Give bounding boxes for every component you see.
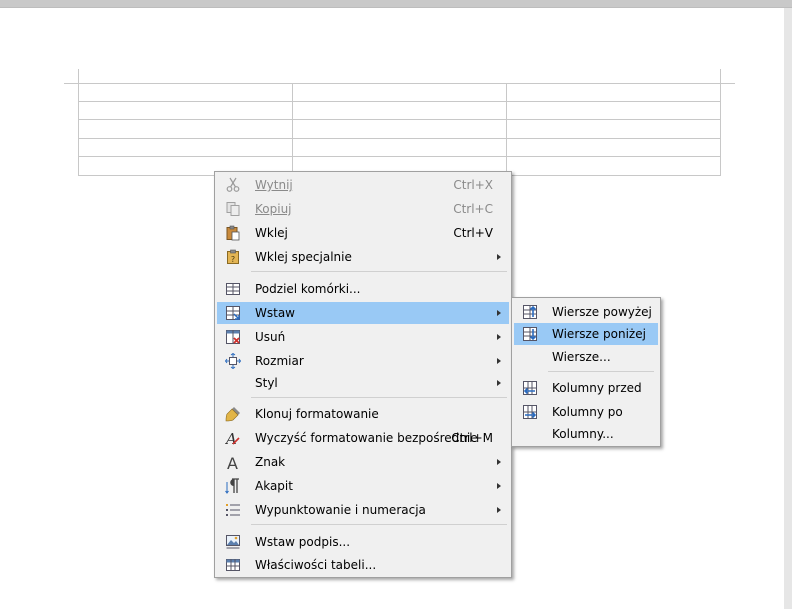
svg-text:?: ? (231, 255, 235, 264)
menu-item-label: Styl (255, 376, 278, 390)
submenu-arrow-icon (497, 483, 501, 489)
menu-separator (251, 397, 507, 398)
table-border-top (64, 83, 735, 84)
submenu-item-label: Wiersze poniżej (552, 327, 646, 341)
insert-caption-icon (225, 534, 241, 550)
submenu-item-label: Wiersze powyżej (552, 305, 652, 319)
menu-separator (251, 271, 507, 272)
table-column-line (506, 83, 507, 176)
submenu-item-label: Kolumny... (552, 427, 614, 441)
menu-item-paste-special[interactable]: ? Wklej specjalnie (217, 246, 509, 268)
menu-item-label: Wklej specjalnie (255, 250, 352, 264)
menu-item-label: Wstaw podpis... (255, 535, 351, 549)
paragraph-icon (225, 478, 241, 494)
scissors-icon (225, 177, 241, 193)
table-border-right (720, 69, 721, 176)
submenu-arrow-icon (497, 310, 501, 316)
clear-formatting-icon: A (225, 430, 241, 446)
delete-table-icon (225, 329, 241, 345)
submenu-item-columns-after[interactable]: Kolumny po (514, 401, 658, 423)
paste-special-icon: ? (225, 249, 241, 265)
menu-item-bullets-numbering[interactable]: Wypunktowanie i numeracja (217, 499, 509, 521)
menu-item-label: Klonuj formatowanie (255, 407, 379, 421)
menu-item-split-cells[interactable]: Podziel komórki... (217, 278, 509, 300)
submenu-item-label: Kolumny przed (552, 381, 642, 395)
copy-icon (225, 201, 241, 217)
menu-item-label: Kopiuj (255, 202, 292, 216)
menu-item-label: Właściwości tabeli... (255, 558, 377, 572)
table-properties-icon (225, 557, 241, 573)
insert-table-icon (225, 305, 241, 321)
menu-item-style[interactable]: Styl (217, 372, 509, 394)
menu-item-character[interactable]: A Znak (217, 451, 509, 473)
menu-item-paste[interactable]: Wklej Ctrl+V (217, 222, 509, 244)
clone-formatting-brush-icon (225, 406, 241, 422)
submenu-arrow-icon (497, 254, 501, 260)
submenu-item-label: Wiersze... (552, 350, 611, 364)
submenu-item-rows-below[interactable]: Wiersze poniżej (514, 323, 658, 345)
shortcut-label: Ctrl+X (453, 178, 493, 192)
svg-text:A: A (225, 430, 237, 446)
menu-item-size[interactable]: Rozmiar (217, 350, 509, 372)
menu-item-paragraph[interactable]: Akapit (217, 475, 509, 497)
submenu-item-columns-before[interactable]: Kolumny przed (514, 377, 658, 399)
vertical-scrollbar[interactable] (784, 8, 792, 609)
document-table[interactable] (64, 69, 735, 176)
menu-item-clear-direct-formatting[interactable]: A Wyczyść formatowanie bezpośrednie Ctrl… (217, 427, 509, 449)
submenu-item-label: Kolumny po (552, 405, 623, 419)
menu-item-copy[interactable]: Kopiuj Ctrl+C (217, 198, 509, 220)
menu-item-label: Wypunktowanie i numeracja (255, 503, 426, 517)
menu-item-clone-formatting[interactable]: Klonuj formatowanie (217, 403, 509, 425)
submenu-arrow-icon (497, 507, 501, 513)
window-top-bar (0, 0, 792, 8)
insert-submenu: Wiersze powyżej Wiersze poniżej Wiersze.… (511, 297, 661, 447)
size-icon (225, 353, 241, 369)
menu-item-label: Usuń (255, 330, 286, 344)
menu-item-insert[interactable]: Wstaw (217, 302, 509, 324)
table-column-line (292, 83, 293, 176)
table-row-line (78, 101, 721, 102)
submenu-item-rows-dialog[interactable]: Wiersze... (514, 346, 658, 368)
menu-item-label: Podziel komórki... (255, 282, 361, 296)
bullets-numbering-icon (225, 502, 241, 518)
menu-item-table-properties[interactable]: Właściwości tabeli... (217, 554, 509, 576)
table-row-line (78, 138, 721, 139)
context-menu: Wytnij Ctrl+X Kopiuj Ctrl+C Wklej Ctrl+V… (214, 171, 512, 578)
insert-columns-before-icon (522, 380, 538, 396)
shortcut-label: Ctrl+C (453, 202, 493, 216)
submenu-arrow-icon (497, 380, 501, 386)
menu-item-label: Wytnij (255, 178, 293, 192)
split-cells-icon (225, 281, 241, 297)
submenu-separator (548, 371, 654, 372)
submenu-item-rows-above[interactable]: Wiersze powyżej (514, 301, 658, 323)
insert-rows-above-icon (522, 304, 538, 320)
insert-rows-below-icon (522, 326, 538, 342)
character-icon: A (225, 454, 241, 470)
submenu-arrow-icon (497, 459, 501, 465)
menu-item-delete[interactable]: Usuń (217, 326, 509, 348)
menu-separator (251, 524, 507, 525)
insert-columns-after-icon (522, 404, 538, 420)
paste-icon (225, 225, 241, 241)
submenu-arrow-icon (497, 334, 501, 340)
submenu-item-columns-dialog[interactable]: Kolumny... (514, 423, 658, 445)
shortcut-label: Ctrl+M (451, 431, 493, 445)
submenu-arrow-icon (497, 358, 501, 364)
shortcut-label: Ctrl+V (453, 226, 493, 240)
menu-item-label: Akapit (255, 479, 293, 493)
svg-text:A: A (227, 454, 238, 470)
menu-item-label: Wstaw (255, 306, 295, 320)
menu-item-label: Wyczyść formatowanie bezpośrednie (255, 431, 478, 445)
menu-item-label: Wklej (255, 226, 288, 240)
table-row-line (78, 156, 721, 157)
table-border-left (78, 69, 79, 176)
menu-item-insert-caption[interactable]: Wstaw podpis... (217, 531, 509, 553)
table-row-line (78, 119, 721, 120)
menu-item-cut[interactable]: Wytnij Ctrl+X (217, 174, 509, 196)
menu-item-label: Rozmiar (255, 354, 304, 368)
menu-item-label: Znak (255, 455, 286, 469)
